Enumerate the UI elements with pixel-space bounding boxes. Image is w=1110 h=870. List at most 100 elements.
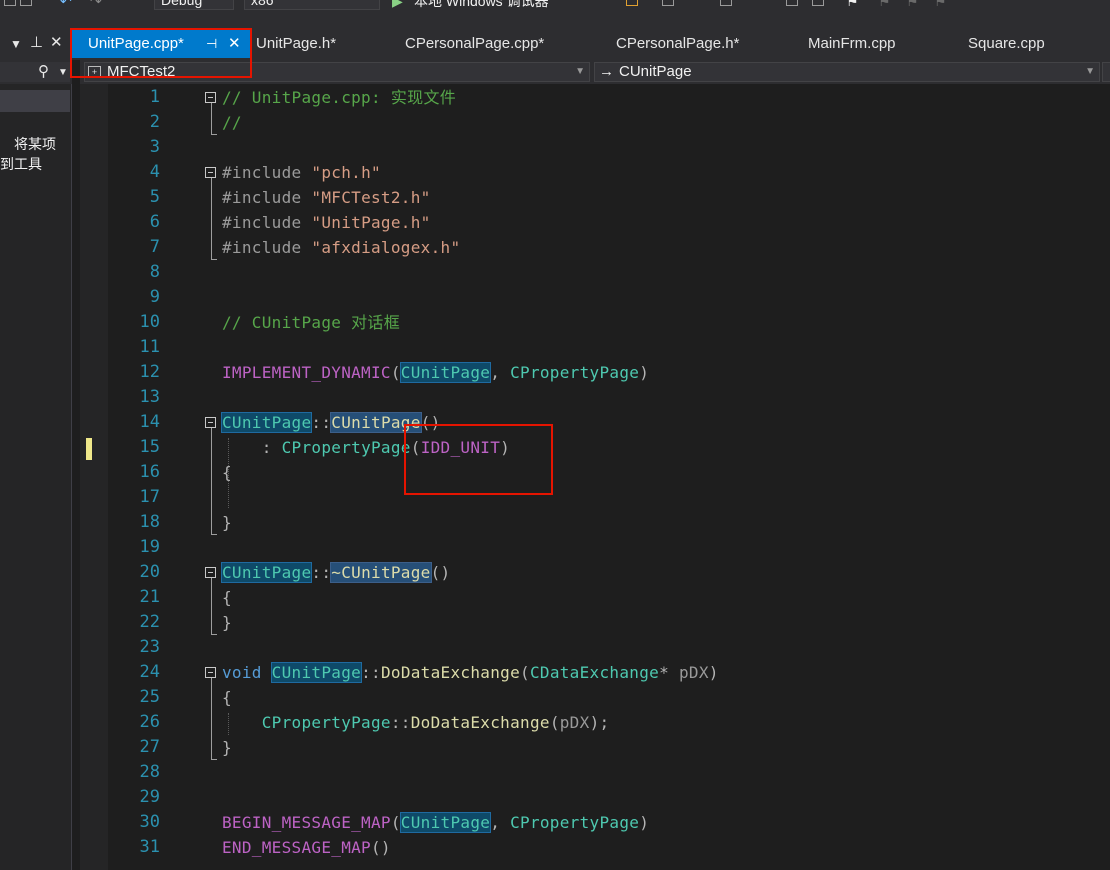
toolbox-header: ▼ ⊥ ✕ [0,14,72,60]
code-line: 28 [108,760,1110,785]
line-number: 28 [139,762,160,782]
tab-unitpage-h[interactable]: UnitPage.h* [256,30,336,58]
close-icon[interactable]: ✕ [50,35,63,51]
line-number: 10 [139,312,160,332]
line-number: 29 [139,787,160,807]
pin-icon[interactable]: ⊣ [206,30,217,58]
code-line: 31 END_MESSAGE_MAP() [108,835,1110,860]
clear-bookmarks-icon[interactable]: ⚑ [934,0,947,10]
code-line: 24 void CUnitPage::DoDataExchange(CDataE… [108,660,1110,685]
outline-line [211,178,212,259]
line-number: 16 [139,462,160,482]
code-line: 8 [108,260,1110,285]
start-debug-button[interactable]: 本地 Windows 调试器 [414,0,549,10]
line-number: 25 [139,687,160,707]
chevron-down-icon: ▼ [1085,66,1095,77]
outline-line [211,259,217,260]
code-line: 14 CUnitPage::CUnitPage() [108,410,1110,435]
fold-toggle-icon[interactable] [205,92,216,103]
tab-unitpage-cpp[interactable]: UnitPage.cpp* ⊣ ✕ [72,30,250,58]
platform-dropdown[interactable]: x86 [244,0,380,10]
redo-icon[interactable]: ↷ [90,0,102,10]
find-icon[interactable] [626,0,638,6]
solution-config-dropdown[interactable]: Debug [154,0,234,10]
code-line: 2 // [108,110,1110,135]
save-all-icon[interactable] [20,0,32,6]
start-debug-icon[interactable]: ▶ [392,0,403,10]
outline-line [211,759,217,760]
line-number: 18 [139,512,160,532]
close-icon[interactable]: ✕ [228,30,241,58]
search-icon[interactable]: ⚲ [38,64,49,80]
toolbox-panel: 将某项 到工具 [0,84,72,870]
code-line: 7 #include "afxdialogex.h" [108,235,1110,260]
line-number: 24 [139,662,160,682]
main-toolbar: ↶ ↷ Debug x86 ▶ 本地 Windows 调试器 ⚑ ⚑ ⚑ ⚑ [0,0,1110,14]
tab-cpersonalpage-h[interactable]: CPersonalPage.h* [616,30,739,58]
line-number: 8 [149,262,160,282]
comment-icon[interactable] [720,0,732,6]
code-line: 25 { [108,685,1110,710]
line-number: 22 [139,612,160,632]
code-line: 11 [108,335,1110,360]
format-icon[interactable] [662,0,674,6]
tab-mainfrm-cpp[interactable]: MainFrm.cpp [808,30,896,58]
project-dropdown[interactable]: + MFCTest2 ▼ [84,62,590,82]
tab-cpersonalpage-cpp[interactable]: CPersonalPage.cpp* [405,30,544,58]
line-number: 19 [139,537,160,557]
code-line: 23 [108,635,1110,660]
line-number: 26 [139,712,160,732]
line-number: 14 [139,412,160,432]
outdent-icon[interactable] [812,0,824,6]
tab-square-cpp[interactable]: Square.cpp [968,30,1045,58]
fold-toggle-icon[interactable] [205,167,216,178]
pin-icon[interactable]: ⊥ [30,35,43,51]
member-dropdown[interactable] [1102,62,1110,82]
line-number: 9 [149,287,160,307]
outline-line [211,678,212,759]
code-line: 9 [108,285,1110,310]
code-line: 3 [108,135,1110,160]
line-number: 2 [149,112,160,132]
code-line: 29 [108,785,1110,810]
toolbox-category[interactable] [0,90,70,112]
line-number: 3 [149,137,160,157]
code-line: 27 } [108,735,1110,760]
prev-bookmark-icon[interactable]: ⚑ [878,0,891,10]
code-line: 13 [108,385,1110,410]
toolbox-search: ⚲ ▼ [0,60,72,84]
fold-toggle-icon[interactable] [205,417,216,428]
code-line: 17 [108,485,1110,510]
project-icon: + [88,66,101,78]
code-line: 4 #include "pch.h" [108,160,1110,185]
line-number: 23 [139,637,160,657]
line-number: 20 [139,562,160,582]
chevron-down-icon[interactable]: ▼ [58,65,68,81]
outline-line [211,534,217,535]
scope-dropdown[interactable]: → CUnitPage ▼ [594,62,1100,82]
fold-toggle-icon[interactable] [205,567,216,578]
window-position-icon[interactable]: ▼ [10,36,22,52]
indent-guide [228,713,229,735]
code-line: 15 : CPropertyPage(IDD_UNIT) [86,435,1110,460]
line-number: 11 [139,337,160,357]
indent-icon[interactable] [786,0,798,6]
code-line: 6 #include "UnitPage.h" [108,210,1110,235]
outline-line [211,578,212,634]
fold-toggle-icon[interactable] [205,667,216,678]
code-line: 5 #include "MFCTest2.h" [108,185,1110,210]
code-line: 21 { [108,585,1110,610]
next-bookmark-icon[interactable]: ⚑ [906,0,919,10]
line-number: 7 [149,237,160,257]
bookmark-icon[interactable]: ⚑ [846,0,859,10]
line-number: 17 [139,487,160,507]
save-icon[interactable] [4,0,16,6]
code-editor[interactable]: 1 // UnitPage.cpp: 实现文件 2 // 3 4 #includ… [86,84,1110,870]
indicator-margin [80,84,108,870]
line-number: 4 [149,162,160,182]
code-line: 19 [108,535,1110,560]
undo-icon[interactable]: ↶ [60,0,72,10]
arrow-right-icon: → [599,63,614,80]
line-number: 31 [139,837,160,857]
outline-line [211,134,217,135]
